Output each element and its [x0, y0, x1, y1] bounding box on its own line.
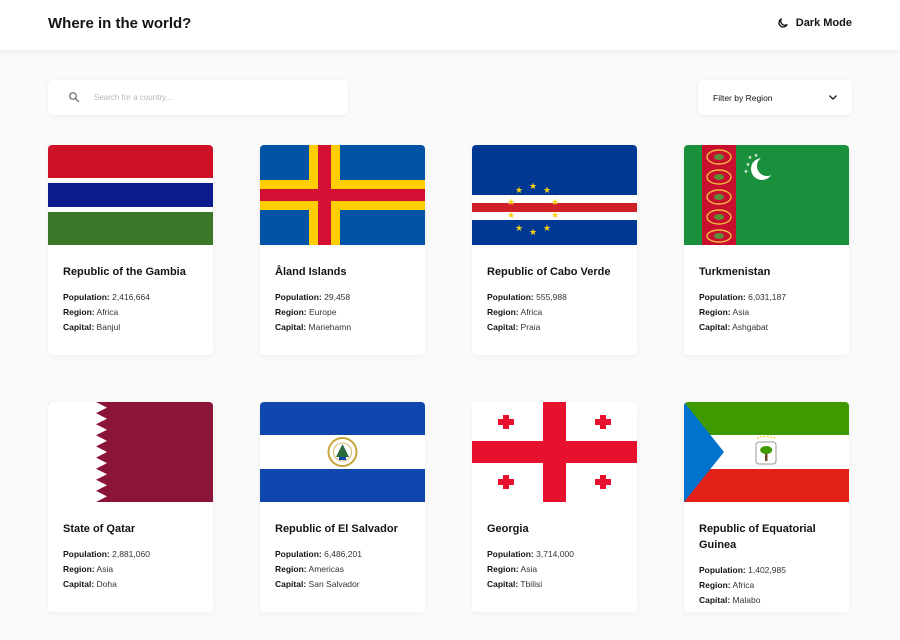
region-filter-dropdown[interactable]: Filter by Region [698, 80, 852, 115]
svg-text:★: ★ [744, 169, 749, 175]
population-row: Population: 6,486,201 [275, 549, 362, 559]
moon-icon [778, 18, 788, 28]
region-row: Region: Asia [487, 564, 538, 574]
country-name: Turkmenistan [699, 266, 771, 278]
flag-equatorial-guinea: ★ ★ ★ ★ ★ ★ [684, 402, 849, 502]
country-card[interactable]: Georgia Population: 3,714,000 Region: As… [472, 402, 637, 612]
region-row: Region: Asia [699, 307, 750, 317]
svg-text:★: ★ [752, 161, 757, 167]
population-row: Population: 1,402,985 [699, 565, 786, 575]
population-row: Population: 3,714,000 [487, 549, 574, 559]
top-header: Where in the world? Dark Mode [0, 0, 900, 50]
flag-turkmenistan: ★ ★ ★ ★ ★ [684, 145, 849, 245]
svg-text:★: ★ [746, 162, 751, 168]
country-name: Georgia [487, 523, 529, 535]
app-title: Where in the world? [48, 15, 192, 32]
dark-mode-toggle[interactable]: Dark Mode [777, 17, 852, 29]
capital-row: Capital: Mariehamn [275, 322, 352, 332]
country-card[interactable]: Republic of El Salvador Population: 6,48… [260, 402, 425, 612]
search-icon [69, 92, 80, 103]
dark-mode-label: Dark Mode [795, 17, 852, 29]
capital-row: Capital: Doha [63, 579, 117, 589]
flag-aland-islands [260, 145, 425, 245]
country-card[interactable]: Republic of the Gambia Population: 2,416… [48, 145, 213, 355]
svg-text:★: ★ [551, 211, 559, 221]
svg-text:★: ★ [507, 198, 515, 208]
country-card[interactable]: ★ ★ ★ ★ ★ ★ Republic of Equatorial Guinea Po… [684, 402, 849, 612]
capital-row: Capital: Praia [487, 322, 541, 332]
flag-qatar [48, 402, 213, 502]
country-card[interactable]: ★ ★ ★ ★ ★ Turkmenistan Population: 6,031… [684, 145, 849, 355]
population-row: Population: 29,458 [275, 292, 351, 302]
country-card[interactable]: ★ ★ ★ ★ ★ ★ ★ ★ ★ ★ Republic of Cabo Ver… [472, 145, 637, 355]
region-row: Region: Africa [487, 307, 543, 317]
svg-text:★: ★ [507, 211, 515, 221]
search-box[interactable] [48, 80, 348, 115]
population-row: Population: 555,988 [487, 292, 567, 302]
flag-gambia [48, 145, 213, 245]
chevron-down-icon [829, 95, 837, 100]
population-row: Population: 2,881,060 [63, 549, 150, 559]
svg-text:★: ★ [543, 224, 551, 234]
svg-text:★: ★ [529, 182, 537, 192]
region-row: Region: Africa [699, 580, 755, 590]
country-name: Åland Islands [275, 266, 347, 278]
flag-cabo-verde: ★ ★ ★ ★ ★ ★ ★ ★ ★ ★ [472, 145, 637, 245]
capital-row: Capital: Malabo [699, 595, 761, 605]
search-input[interactable] [94, 80, 334, 115]
country-name: State of Qatar [63, 523, 136, 535]
capital-row: Capital: Ashgabat [699, 322, 768, 332]
capital-row: Capital: San Salvador [275, 579, 360, 589]
filter-label: Filter by Region [713, 93, 773, 103]
svg-text:★: ★ [543, 186, 551, 196]
svg-text:★: ★ [515, 224, 523, 234]
region-row: Region: Americas [275, 564, 344, 574]
capital-row: Capital: Tbilisi [487, 579, 543, 589]
population-row: Population: 2,416,664 [63, 292, 150, 302]
svg-text:★: ★ [551, 198, 559, 208]
region-row: Region: Africa [63, 307, 119, 317]
country-name: Republic of El Salvador [275, 523, 398, 535]
region-row: Region: Europe [275, 307, 337, 317]
country-name: Republic of Cabo Verde [487, 266, 611, 278]
svg-text:★: ★ [515, 186, 523, 196]
country-grid: Republic of the Gambia Population: 2,416… [48, 145, 852, 625]
country-card[interactable]: State of Qatar Population: 2,881,060 Reg… [48, 402, 213, 612]
country-card[interactable]: Åland Islands Population: 29,458 Region:… [260, 145, 425, 355]
country-name: Republic of the Gambia [63, 266, 186, 278]
region-row: Region: Asia [63, 564, 114, 574]
svg-text:★: ★ [529, 228, 537, 238]
country-name: Republic of Equatorial Guinea [699, 523, 816, 551]
population-row: Population: 6,031,187 [699, 292, 786, 302]
svg-text:★: ★ [773, 436, 776, 440]
flag-el-salvador [260, 402, 425, 502]
svg-text:★: ★ [754, 153, 759, 159]
capital-row: Capital: Banjul [63, 322, 121, 332]
flag-georgia [472, 402, 637, 502]
